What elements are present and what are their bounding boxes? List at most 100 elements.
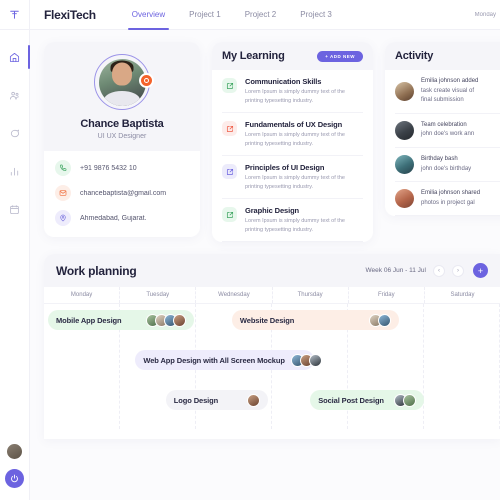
chevron-right-icon[interactable]: ›: [452, 264, 464, 277]
sidebar-item-analytics[interactable]: [0, 162, 29, 180]
external-link-icon: [222, 164, 237, 180]
brand-title: FlexiTech: [44, 7, 96, 22]
external-link-icon: [222, 121, 237, 137]
task-assignees: [368, 313, 391, 327]
avatar: [395, 155, 414, 175]
activity-line2: john doe's work ann: [421, 131, 475, 138]
learning-item-name: Fundamentals of UX Design: [245, 120, 343, 130]
task-assignees: [393, 393, 416, 407]
profile-contact-rows: +91 9876 5432 10 chancebaptista@gmail.co…: [44, 151, 200, 237]
avatar: [402, 393, 416, 407]
task-chip[interactable]: Social Post Design: [310, 390, 424, 411]
location-value: Ahmedabad, Gujarat.: [80, 214, 147, 222]
phone-value: +91 9876 5432 10: [80, 164, 137, 172]
sidebar-item-team[interactable]: [0, 86, 29, 104]
activity-line3: final submission: [421, 97, 464, 104]
activity-line1: Emilia johnson shared: [421, 190, 481, 197]
day-headers: Monday Tuesday Wednesday Thursday Friday…: [44, 287, 500, 305]
activity-line1: Birthday bash: [421, 155, 458, 162]
work-planning-title: Work planning: [56, 263, 137, 278]
week-label: Week 06 Jun - 11 Jul: [365, 267, 426, 275]
my-learning-header: My Learning + ADD NEW: [212, 42, 373, 70]
day-header-tuesday: Tuesday: [120, 287, 197, 304]
list-item[interactable]: Emilia johnson shared photos in project …: [395, 182, 500, 217]
list-item[interactable]: Fundamentals of UX Design Lorem Ipsum is…: [222, 113, 363, 157]
day-header-saturday: Saturday: [450, 292, 475, 299]
task-chip[interactable]: Logo Design: [165, 390, 268, 411]
flexitech-t-logo-icon[interactable]: [0, 0, 30, 30]
task-label: Mobile App Design: [56, 315, 122, 325]
sidebar-item-home[interactable]: [0, 45, 30, 69]
sidebar: [0, 0, 30, 500]
top-tabs: Overview Project 1 Project 2 Project 3: [127, 0, 332, 30]
day-header-wednesday: Wednesday: [196, 287, 273, 304]
day-header-monday: Monday: [44, 287, 121, 304]
my-learning-card: My Learning + ADD NEW Communication Skil…: [212, 42, 373, 243]
tab-overview[interactable]: Overview: [127, 0, 170, 30]
task-assignees: [145, 313, 186, 327]
task-chip[interactable]: Mobile App Design: [48, 310, 194, 331]
activity-line2: task create visual of: [421, 87, 475, 94]
sidebar-nav: [0, 45, 30, 218]
header-date: Monday: [474, 11, 496, 18]
main-area: FlexiTech Overview Project 1 Project 2 P…: [30, 0, 500, 500]
task-label: Web App Design with All Screen Mockup: [143, 355, 285, 365]
mail-icon: [55, 185, 71, 201]
task-assignees: [246, 393, 260, 407]
sidebar-footer: [5, 443, 24, 500]
avatar: [246, 393, 260, 407]
day-header-thursday: Thursday: [273, 287, 349, 304]
tab-project-1[interactable]: Project 1: [189, 0, 221, 30]
avatar: [308, 353, 322, 367]
profile-avatar-ring: [94, 54, 154, 110]
summary-cards-row: Chance Baptista UI UX Designer +91 9876 …: [44, 42, 500, 243]
avatar: [395, 120, 414, 140]
dashboard-app: FlexiTech Overview Project 1 Project 2 P…: [0, 0, 500, 500]
work-planning-card: Work planning Week 06 Jun - 11 Jul ‹ › +…: [44, 254, 500, 440]
task-chip[interactable]: Web App Design with All Screen Mockup: [135, 350, 322, 371]
avatar[interactable]: [6, 443, 23, 460]
email-value: chancebaptista@gmail.com: [80, 189, 167, 197]
page-title: Chance Baptista: [80, 118, 164, 130]
external-link-icon: [222, 78, 237, 93]
profile-role: UI UX Designer: [97, 133, 147, 140]
learning-item-name: Principles of UI Design: [245, 163, 325, 173]
my-learning-title: My Learning: [222, 50, 285, 62]
list-item[interactable]: Team celebration john doe's work ann: [395, 114, 500, 148]
location-icon: [55, 210, 71, 226]
day-header-friday: Friday: [349, 287, 425, 304]
my-learning-list: Communication Skills Lorem Ipsum is simp…: [212, 70, 373, 243]
list-item[interactable]: Communication Skills Lorem Ipsum is simp…: [222, 70, 363, 114]
activity-header: Activity: [385, 42, 500, 70]
planning-grid: Mobile App Design Website Design Web App D…: [44, 304, 500, 430]
learning-item-desc: Lorem Ipsum is simply dummy text of the …: [245, 89, 345, 104]
power-icon[interactable]: [5, 469, 24, 488]
tab-project-2[interactable]: Project 2: [245, 0, 277, 30]
activity-line1: Team celebration: [421, 121, 467, 128]
work-planning-header: Work planning Week 06 Jun - 11 Jul ‹ › +: [44, 254, 500, 288]
task-label: Logo Design: [173, 395, 219, 405]
profile-header: Chance Baptista UI UX Designer: [44, 42, 200, 151]
task-label: Website Design: [239, 315, 295, 325]
chevron-left-icon[interactable]: ‹: [433, 264, 445, 277]
list-item: +91 9876 5432 10: [55, 160, 189, 176]
week-controls: Week 06 Jun - 11 Jul ‹ › +: [365, 263, 488, 279]
activity-card: Activity Emilia johnson added task creat…: [385, 42, 500, 217]
task-chip[interactable]: Website Design: [231, 310, 399, 331]
phone-icon: [55, 160, 71, 176]
external-link-icon: [222, 207, 237, 223]
task-label: Social Post Design: [318, 395, 384, 405]
list-item[interactable]: Birthday bash john doe's birthday: [395, 148, 500, 183]
activity-line2: photos in project gal: [421, 199, 475, 206]
tab-project-3[interactable]: Project 3: [300, 0, 332, 30]
plus-icon[interactable]: +: [473, 263, 488, 279]
sidebar-item-messages[interactable]: [0, 124, 29, 142]
list-item[interactable]: Principles of UI Design Lorem Ipsum is s…: [222, 156, 363, 200]
sidebar-item-calendar[interactable]: [0, 200, 29, 218]
list-item[interactable]: Emilia johnson added task create visual …: [395, 70, 500, 114]
list-item: Ahmedabad, Gujarat.: [55, 210, 189, 226]
add-new-button[interactable]: + ADD NEW: [317, 50, 363, 62]
activity-line1: Emilia johnson added: [421, 78, 479, 84]
list-item[interactable]: Graphic Design Lorem Ipsum is simply dum…: [222, 199, 363, 243]
avatar: [172, 313, 186, 327]
